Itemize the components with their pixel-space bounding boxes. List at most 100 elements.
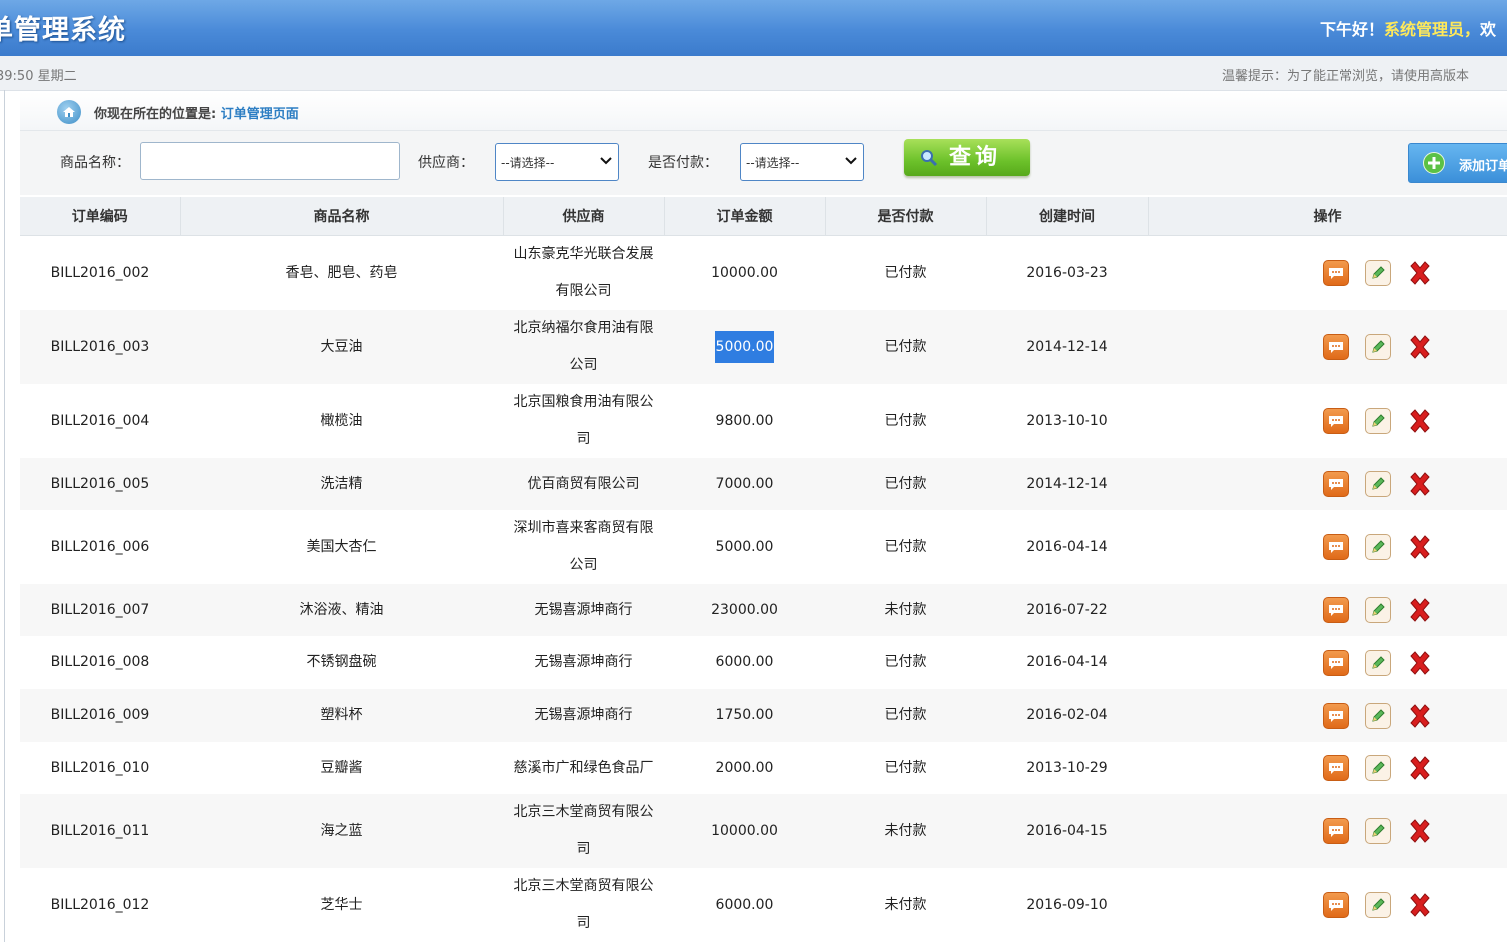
created-text: 2016-03-23 [1026,264,1108,281]
created-text: 2016-07-22 [1026,601,1108,618]
created-text: 2016-09-10 [1026,896,1108,913]
provider-selected: --请选择-- [501,156,555,170]
view-icon[interactable] [1323,471,1349,497]
table-row: BILL2016_007 沐浴液、精油 无锡喜源坤商行 23000.00 未付款 2016… [20,584,1507,636]
edit-icon[interactable] [1365,334,1391,360]
cell-created: 2014-12-14 [986,310,1148,384]
col-header-code: 订单编码 [20,197,181,236]
order-table: 订单编码 商品名称 供应商 订单金额 是否付款 创建时间 操作 BILL2016… [20,197,1507,942]
cell-product: 海之蓝 [180,794,503,868]
chevron-down-icon [600,157,612,165]
edit-icon[interactable] [1365,702,1391,729]
cell-paid: 已付款 [825,689,986,742]
view-icon[interactable] [1323,534,1349,560]
product-text: 塑料杯 [320,707,363,723]
row-actions [1154,597,1501,623]
amount-text: 5000.00 [715,538,774,555]
view-icon[interactable] [1323,818,1349,844]
amount-text: 10000.00 [711,264,778,281]
top-header: 单管理系统 下午好！系统管理员，欢 [0,0,1507,56]
delete-icon[interactable] [1407,408,1433,434]
cell-product: 豆瓣酱 [180,742,503,794]
product-name-input[interactable] [140,142,400,180]
delete-icon[interactable] [1407,755,1433,781]
query-button[interactable]: 查询 [904,139,1030,176]
paid-select[interactable]: --请选择-- [740,143,864,181]
delete-icon[interactable] [1407,471,1433,497]
app-title: 单管理系统 [0,15,126,46]
cell-paid: 已付款 [825,384,986,458]
provider-text: 无锡喜源坤商行 [534,707,633,723]
table-row: BILL2016_010 豆瓣酱 慈溪市广和绿色食品厂 2000.00 已付款 2013-… [20,742,1507,794]
cell-code: BILL2016_007 [20,584,180,636]
edit-icon[interactable] [1365,408,1391,434]
edit-icon[interactable] [1365,892,1391,918]
edit-icon[interactable] [1365,597,1391,623]
delete-icon[interactable] [1407,892,1433,918]
view-icon[interactable] [1323,260,1349,286]
delete-icon[interactable] [1407,334,1433,360]
delete-icon[interactable] [1407,260,1433,286]
delete-icon[interactable] [1407,818,1433,844]
view-icon[interactable] [1323,892,1349,918]
product-text: 橄榄油 [320,412,363,429]
provider-text: 慈溪市广和绿色食品厂 [513,759,654,776]
cell-amount: 5000.00 [664,310,825,384]
edit-icon[interactable] [1365,534,1391,560]
paid-text: 已付款 [884,338,927,355]
edit-icon[interactable] [1365,818,1391,844]
cell-code: BILL2016_006 [20,510,180,584]
product-text: 海之蓝 [320,822,363,839]
code-text: BILL2016_011 [50,822,150,839]
paid-text: 已付款 [884,475,927,492]
cell-code: BILL2016_012 [20,868,180,942]
created-text: 2013-10-29 [1026,759,1108,776]
cell-provider: 山东豪克华光联合发展有限公司 [503,235,664,310]
add-order-label: 添加订单 [1459,159,1507,174]
paid-text: 已付款 [884,538,927,555]
view-icon[interactable] [1323,334,1349,360]
cell-amount: 2000.00 [664,742,825,794]
clock-text: 39:50 星期二 [0,69,77,84]
cell-actions [1148,458,1507,510]
cell-actions [1148,742,1507,794]
view-icon[interactable] [1323,597,1349,623]
add-order-button[interactable]: 添加订单 [1408,143,1507,183]
cell-provider: 无锡喜源坤商行 [503,689,664,742]
location-label: 你现在所在的位置是: [94,107,217,122]
provider-text: 深圳市喜来客商贸有限公司 [513,520,654,573]
cell-amount: 5000.00 [664,510,825,584]
cell-actions [1148,384,1507,458]
delete-icon[interactable] [1407,650,1433,676]
cell-created: 2016-02-04 [986,689,1148,742]
cell-provider: 北京三木堂商贸有限公司 [503,794,664,868]
cell-paid: 未付款 [825,794,986,868]
delete-icon[interactable] [1407,534,1433,560]
cell-created: 2016-03-23 [986,235,1148,310]
edit-icon[interactable] [1365,755,1391,781]
cell-created: 2016-04-14 [986,636,1148,689]
edit-icon[interactable] [1365,471,1391,497]
cell-actions [1148,510,1507,584]
provider-select[interactable]: --请选择-- [495,143,619,181]
cell-amount: 9800.00 [664,384,825,458]
edit-icon[interactable] [1365,260,1391,286]
location-page[interactable]: 订单管理页面 [221,107,299,122]
view-icon[interactable] [1323,408,1349,434]
edit-icon[interactable] [1365,649,1391,676]
cell-amount: 6000.00 [664,636,825,689]
view-icon[interactable] [1323,755,1349,781]
cell-amount: 6000.00 [664,868,825,942]
cell-provider: 北京国粮食用油有限公司 [503,384,664,458]
view-icon[interactable] [1323,649,1349,676]
view-icon[interactable] [1323,702,1349,729]
cell-actions [1148,584,1507,636]
cell-product: 沐浴液、精油 [180,584,503,636]
cell-product: 大豆油 [180,310,503,384]
delete-icon[interactable] [1407,703,1433,729]
query-label: 查询 [948,145,1001,170]
code-text: BILL2016_002 [50,264,150,281]
cell-code: BILL2016_010 [20,742,180,794]
table-row: BILL2016_012 芝华士 北京三木堂商贸有限公司 6000.00 未付款 2016… [20,868,1507,942]
delete-icon[interactable] [1407,597,1433,623]
